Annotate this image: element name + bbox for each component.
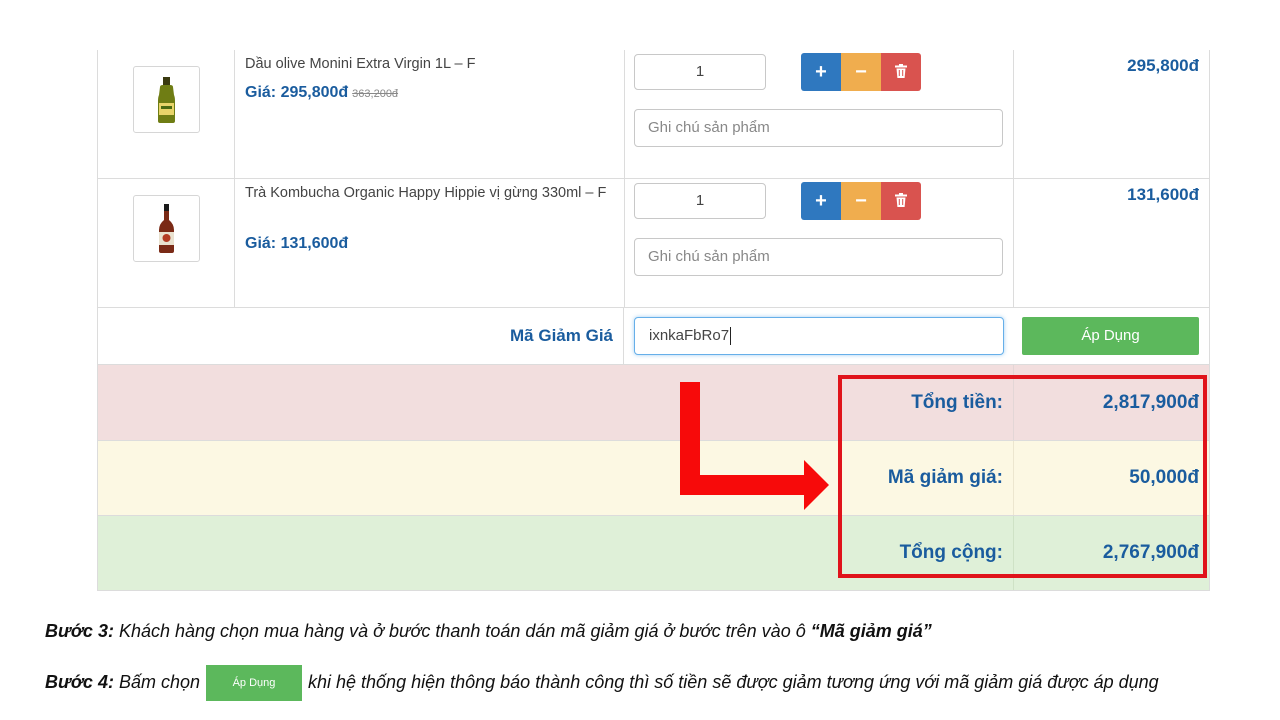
coupon-input[interactable]: ixnkaFbRo7	[634, 317, 1004, 355]
decrease-quantity-button[interactable]: −	[841, 182, 881, 220]
delete-item-button[interactable]	[881, 182, 921, 220]
quantity-input[interactable]: 1	[634, 54, 766, 90]
product-image-cell	[98, 50, 235, 178]
quantity-cell: 1 + − Ghi chú sản phẩm	[625, 179, 1014, 307]
product-price: Giá: 131,600đ	[245, 235, 348, 253]
increase-quantity-button[interactable]: +	[801, 53, 841, 91]
line-total-cell: 131,600đ	[1014, 179, 1209, 307]
cart-row: Trà Kombucha Organic Happy Hippie vị gừn…	[98, 179, 1209, 308]
current-price: Giá: 131,600đ	[245, 235, 349, 252]
current-price: Giá: 295,800đ	[245, 84, 349, 101]
product-note-input[interactable]: Ghi chú sản phẩm	[634, 109, 1003, 147]
line-total: 131,600đ	[1127, 185, 1199, 204]
quantity-cell: 1 + − Ghi chú sản phẩm	[625, 50, 1014, 178]
step-4-instruction: Bước 4: Bấm chọn Áp Dụng khi hệ thống hiện…	[45, 665, 1159, 701]
trash-icon	[895, 64, 907, 78]
cart-row: Dầu olive Monini Extra Virgin 1L – F Giá…	[98, 50, 1209, 179]
summary-highlight-box	[838, 375, 1207, 578]
annotation-arrow-shaft-horizontal	[680, 475, 805, 495]
text-cursor	[730, 327, 732, 346]
product-note-input[interactable]: Ghi chú sản phẩm	[634, 238, 1003, 276]
increase-quantity-button[interactable]: +	[801, 182, 841, 220]
step-4-text-after: khi hệ thống hiện thông báo thành công t…	[308, 671, 1159, 692]
step-3-prefix: Bước 3:	[45, 621, 114, 641]
kombucha-bottle-icon	[159, 204, 174, 253]
product-name[interactable]: Dầu olive Monini Extra Virgin 1L – F	[245, 53, 615, 75]
step-4-text-before: Bấm chọn	[113, 671, 200, 692]
coupon-label: Mã Giảm Giá	[98, 308, 624, 364]
coupon-row: Mã Giảm Giá ixnkaFbRo7 Áp Dụng	[98, 308, 1209, 365]
trash-icon	[895, 193, 907, 207]
product-image-cell	[98, 179, 235, 307]
old-price: 363,200đ	[352, 88, 399, 100]
product-info-cell: Dầu olive Monini Extra Virgin 1L – F Giá…	[235, 50, 625, 178]
apply-coupon-button[interactable]: Áp Dụng	[1022, 317, 1199, 355]
delete-item-button[interactable]	[881, 53, 921, 91]
coupon-code-text: ixnkaFbRo7	[649, 327, 730, 344]
product-thumbnail[interactable]	[133, 195, 200, 262]
product-price: Giá: 295,800đ 363,200đ	[245, 84, 398, 102]
step-4-prefix: Bước 4:	[45, 671, 114, 692]
annotation-arrow-head-icon	[804, 460, 829, 510]
product-thumbnail[interactable]	[133, 66, 200, 133]
quantity-input[interactable]: 1	[634, 183, 766, 219]
line-total: 295,800đ	[1127, 56, 1199, 75]
decrease-quantity-button[interactable]: −	[841, 53, 881, 91]
step-3-instruction: Bước 3: Khách hàng chọn mua hàng và ở bư…	[45, 621, 932, 642]
step-3-text: Khách hàng chọn mua hàng và ở bước thanh…	[113, 621, 811, 641]
line-total-cell: 295,800đ	[1014, 50, 1209, 178]
product-name[interactable]: Trà Kombucha Organic Happy Hippie vị gừn…	[245, 182, 615, 204]
product-info-cell: Trà Kombucha Organic Happy Hippie vị gừn…	[235, 179, 625, 307]
step-3-quote: “Mã giảm giá”	[810, 621, 932, 641]
olive-oil-bottle-icon	[158, 77, 175, 123]
inline-apply-button-image: Áp Dụng	[206, 665, 302, 701]
